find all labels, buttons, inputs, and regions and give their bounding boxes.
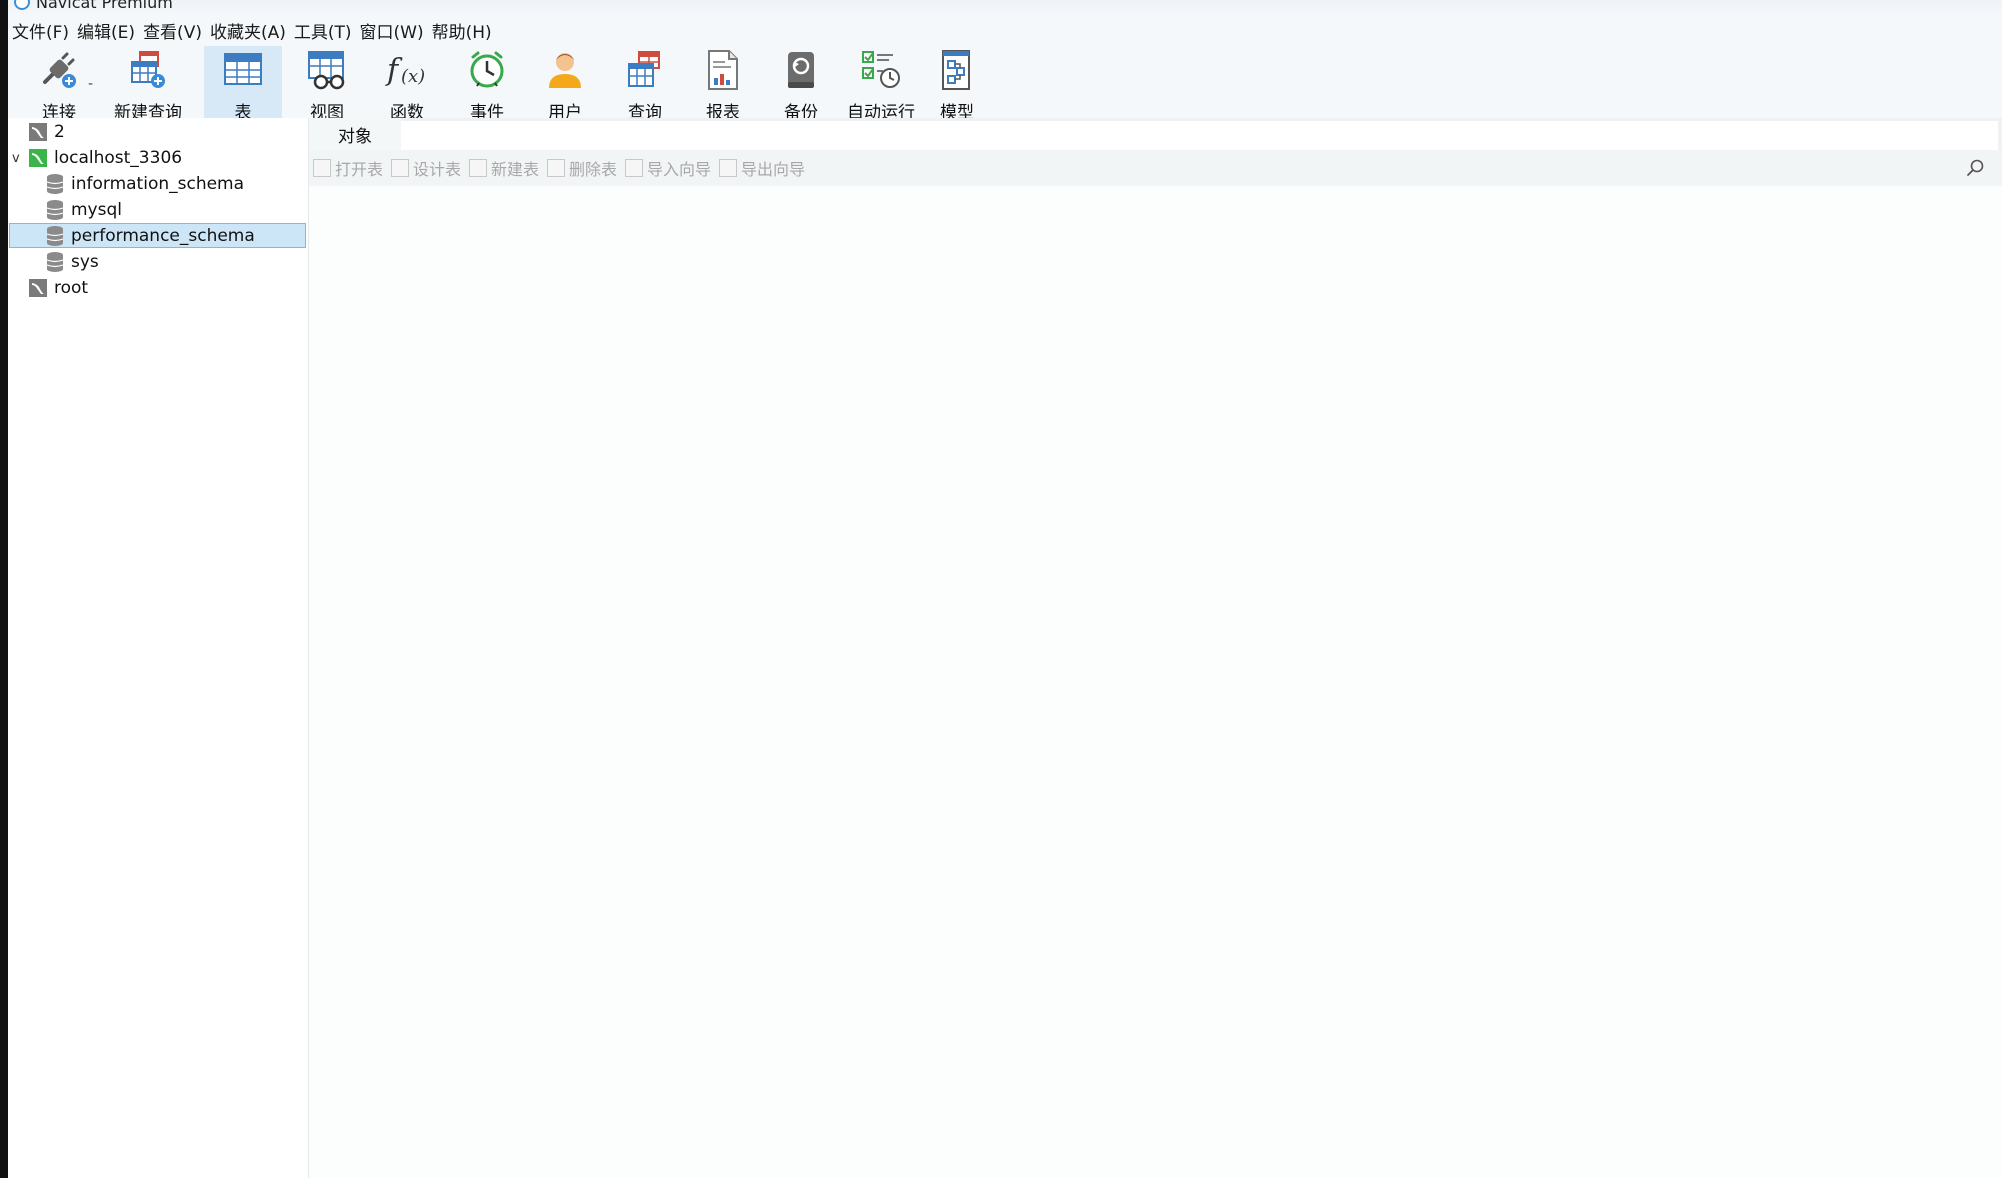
menu-window[interactable]: 窗口(W) (356, 18, 428, 43)
user-button[interactable]: 用户 (530, 46, 600, 123)
database-icon (46, 173, 64, 195)
connect-button[interactable]: 连接 (22, 46, 96, 123)
navicat-logo-icon (14, 0, 30, 10)
backup-disk-icon (779, 48, 823, 92)
new-table-button[interactable]: 新建表 (469, 156, 539, 180)
window-title: Navicat Premium (36, 0, 173, 12)
window-frame-edge (0, 0, 8, 1178)
menu-view[interactable]: 查看(V) (139, 18, 206, 43)
function-button[interactable]: f (x) 函数 (372, 46, 442, 123)
delete-table-button[interactable]: 删除表 (547, 156, 617, 180)
tree-item-localhost-3306[interactable]: v localhost_3306 (8, 146, 308, 170)
tab-objects[interactable]: 对象 (309, 118, 401, 150)
delete-table-icon (547, 159, 565, 177)
table-icon (221, 48, 265, 92)
report-button[interactable]: 报表 (688, 46, 758, 123)
tab-strip: 对象 (309, 118, 2002, 150)
open-table-button[interactable]: 打开表 (313, 156, 383, 180)
function-fx-icon: f (x) (385, 48, 429, 92)
database-icon (46, 251, 64, 273)
automation-checklist-clock-icon (859, 48, 903, 92)
delete-table-label: 删除表 (569, 160, 618, 179)
database-icon (46, 199, 64, 221)
open-table-icon (313, 159, 331, 177)
export-wizard-label: 导出向导 (741, 160, 806, 179)
tree-item-root[interactable]: root (8, 276, 308, 300)
design-table-button[interactable]: 设计表 (391, 156, 461, 180)
navicat-window: Navicat Premium 文件(F) 编辑(E) 查看(V) 收藏夹(A)… (8, 0, 2002, 1178)
svg-text:(x): (x) (401, 66, 425, 87)
plug-connect-icon (37, 48, 81, 92)
tree-label: sys (71, 252, 99, 272)
event-alarm-clock-icon (465, 48, 509, 92)
tree-label: 2 (54, 122, 65, 142)
view-glasses-icon (305, 48, 349, 92)
backup-button[interactable]: 备份 (766, 46, 836, 123)
table-button[interactable]: 表 (204, 46, 282, 123)
connect-dropdown-arrow[interactable]: - (88, 76, 93, 92)
new-table-icon (469, 159, 487, 177)
search-icon[interactable] (1966, 158, 1986, 178)
tab-strip-empty (401, 121, 1998, 150)
import-wizard-label: 导入向导 (647, 160, 712, 179)
main-toolbar: 连接 - 新建查询 表 视图 f (x) 函数 事件 用户 查询 报表 备份 自… (8, 46, 2002, 123)
query-button[interactable]: 查询 (610, 46, 680, 123)
tree-item-information-schema[interactable]: information_schema (8, 172, 308, 196)
import-wizard-icon (625, 159, 643, 177)
query-icon (623, 48, 667, 92)
tree-item-performance-schema[interactable]: performance_schema (8, 223, 308, 248)
tree-item-mysql[interactable]: mysql (8, 198, 308, 222)
mysql-connection-active-icon (28, 148, 48, 168)
user-person-icon (543, 48, 587, 92)
object-toolbar: 打开表 设计表 新建表 删除表 导入向导 导出向导 (309, 150, 2002, 186)
tree-label: performance_schema (71, 226, 255, 246)
mysql-connection-icon (28, 122, 48, 142)
expand-chevron-icon[interactable]: v (12, 151, 20, 166)
design-table-icon (391, 159, 409, 177)
new-query-icon (126, 48, 170, 92)
new-query-button[interactable]: 新建查询 (100, 46, 196, 123)
export-wizard-button[interactable]: 导出向导 (719, 156, 805, 180)
mysql-connection-icon (28, 278, 48, 298)
automation-button[interactable]: 自动运行 (838, 46, 924, 123)
import-wizard-button[interactable]: 导入向导 (625, 156, 711, 180)
export-wizard-icon (719, 159, 737, 177)
menu-file[interactable]: 文件(F) (8, 18, 73, 43)
tree-item-connection-2[interactable]: 2 (8, 120, 308, 144)
database-icon (46, 225, 64, 247)
tree-label: information_schema (71, 174, 245, 194)
design-table-label: 设计表 (413, 160, 462, 179)
menu-favorites[interactable]: 收藏夹(A) (206, 18, 290, 43)
event-button[interactable]: 事件 (452, 46, 522, 123)
menu-tools[interactable]: 工具(T) (290, 18, 356, 43)
tree-label: localhost_3306 (54, 148, 183, 168)
open-table-label: 打开表 (335, 160, 384, 179)
tree-label: mysql (71, 200, 122, 220)
model-button[interactable]: 模型 (922, 46, 992, 123)
menu-bar: 文件(F) 编辑(E) 查看(V) 收藏夹(A) 工具(T) 窗口(W) 帮助(… (8, 14, 2002, 46)
menu-help[interactable]: 帮助(H) (428, 18, 496, 43)
tree-label: root (54, 278, 89, 298)
new-table-label: 新建表 (491, 160, 540, 179)
model-diagram-icon (935, 48, 979, 92)
connection-tree: 2 v localhost_3306 information_schema my… (8, 118, 309, 1178)
title-bar: Navicat Premium (8, 0, 2002, 14)
tree-item-sys[interactable]: sys (8, 250, 308, 274)
report-document-icon (701, 48, 745, 92)
object-list-area[interactable] (309, 186, 2002, 1178)
object-content-area: 对象 打开表 设计表 新建表 删除表 导入向导 导出向导 (309, 118, 2002, 1178)
view-button[interactable]: 视图 (292, 46, 362, 123)
menu-edit[interactable]: 编辑(E) (73, 18, 139, 43)
